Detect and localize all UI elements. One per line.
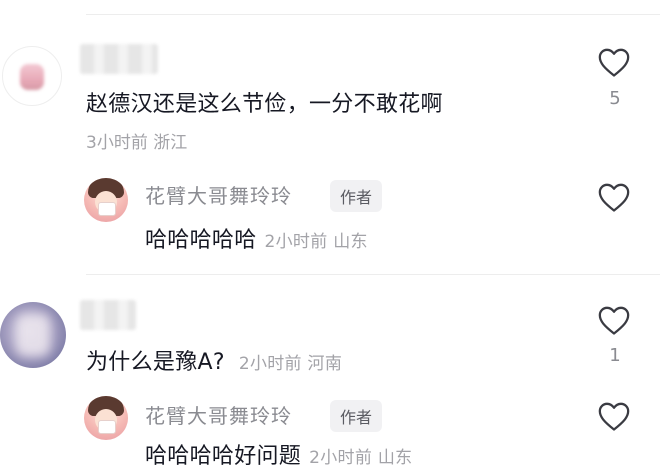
reply-author-name[interactable]: 花臂大哥舞玲玲 (145, 180, 292, 209)
reply-author-avatar[interactable] (84, 396, 128, 440)
comment-text: 为什么是豫A? (86, 350, 225, 375)
reply-author-avatar[interactable] (84, 178, 128, 222)
reply-like-button[interactable] (597, 400, 631, 432)
like-count: 1 (609, 345, 621, 366)
comment-text-row: 为什么是豫A? 2小时前 河南 (86, 344, 342, 376)
comment-text: 赵德汉还是这么节俭，一分不敢花啊 (86, 92, 443, 117)
blurred-username[interactable] (80, 44, 158, 74)
heart-outline-icon (598, 183, 630, 212)
reply-author-name[interactable]: 花臂大哥舞玲玲 (145, 400, 292, 429)
avatar-image (20, 64, 44, 90)
like-count: 5 (609, 88, 621, 109)
reply-text: 哈哈哈哈哈 (145, 228, 257, 253)
comment-meta: 3小时前 浙江 (86, 133, 188, 153)
reply-meta: 2小时前 山东 (264, 232, 368, 252)
heart-outline-icon (598, 48, 630, 77)
like-button[interactable] (597, 46, 631, 78)
commenter-avatar[interactable] (0, 302, 66, 368)
comment-meta: 2小时前 河南 (238, 354, 343, 374)
heart-outline-icon (598, 402, 630, 431)
reply-text-row: 哈哈哈哈哈 2小时前 山东 (145, 222, 368, 254)
top-divider (86, 14, 660, 15)
like-button[interactable] (597, 304, 631, 336)
commenter-avatar[interactable] (2, 46, 62, 106)
reply-text-row: 哈哈哈哈好问题 2小时前 山东 (145, 438, 412, 465)
heart-outline-icon (598, 306, 630, 335)
author-badge: 作者 (330, 180, 383, 212)
reply-meta: 2小时前 山东 (309, 448, 413, 465)
blurred-username[interactable] (80, 300, 136, 330)
author-badge: 作者 (330, 400, 383, 432)
comment-section: 赵德汉还是这么节俭，一分不敢花啊 3小时前 浙江 5 花臂大哥舞玲玲 作者 哈哈… (0, 0, 660, 465)
avatar-image (16, 314, 50, 356)
reply-like-button[interactable] (597, 181, 631, 213)
reply-text: 哈哈哈哈好问题 (145, 444, 302, 465)
comment-divider (86, 274, 660, 275)
